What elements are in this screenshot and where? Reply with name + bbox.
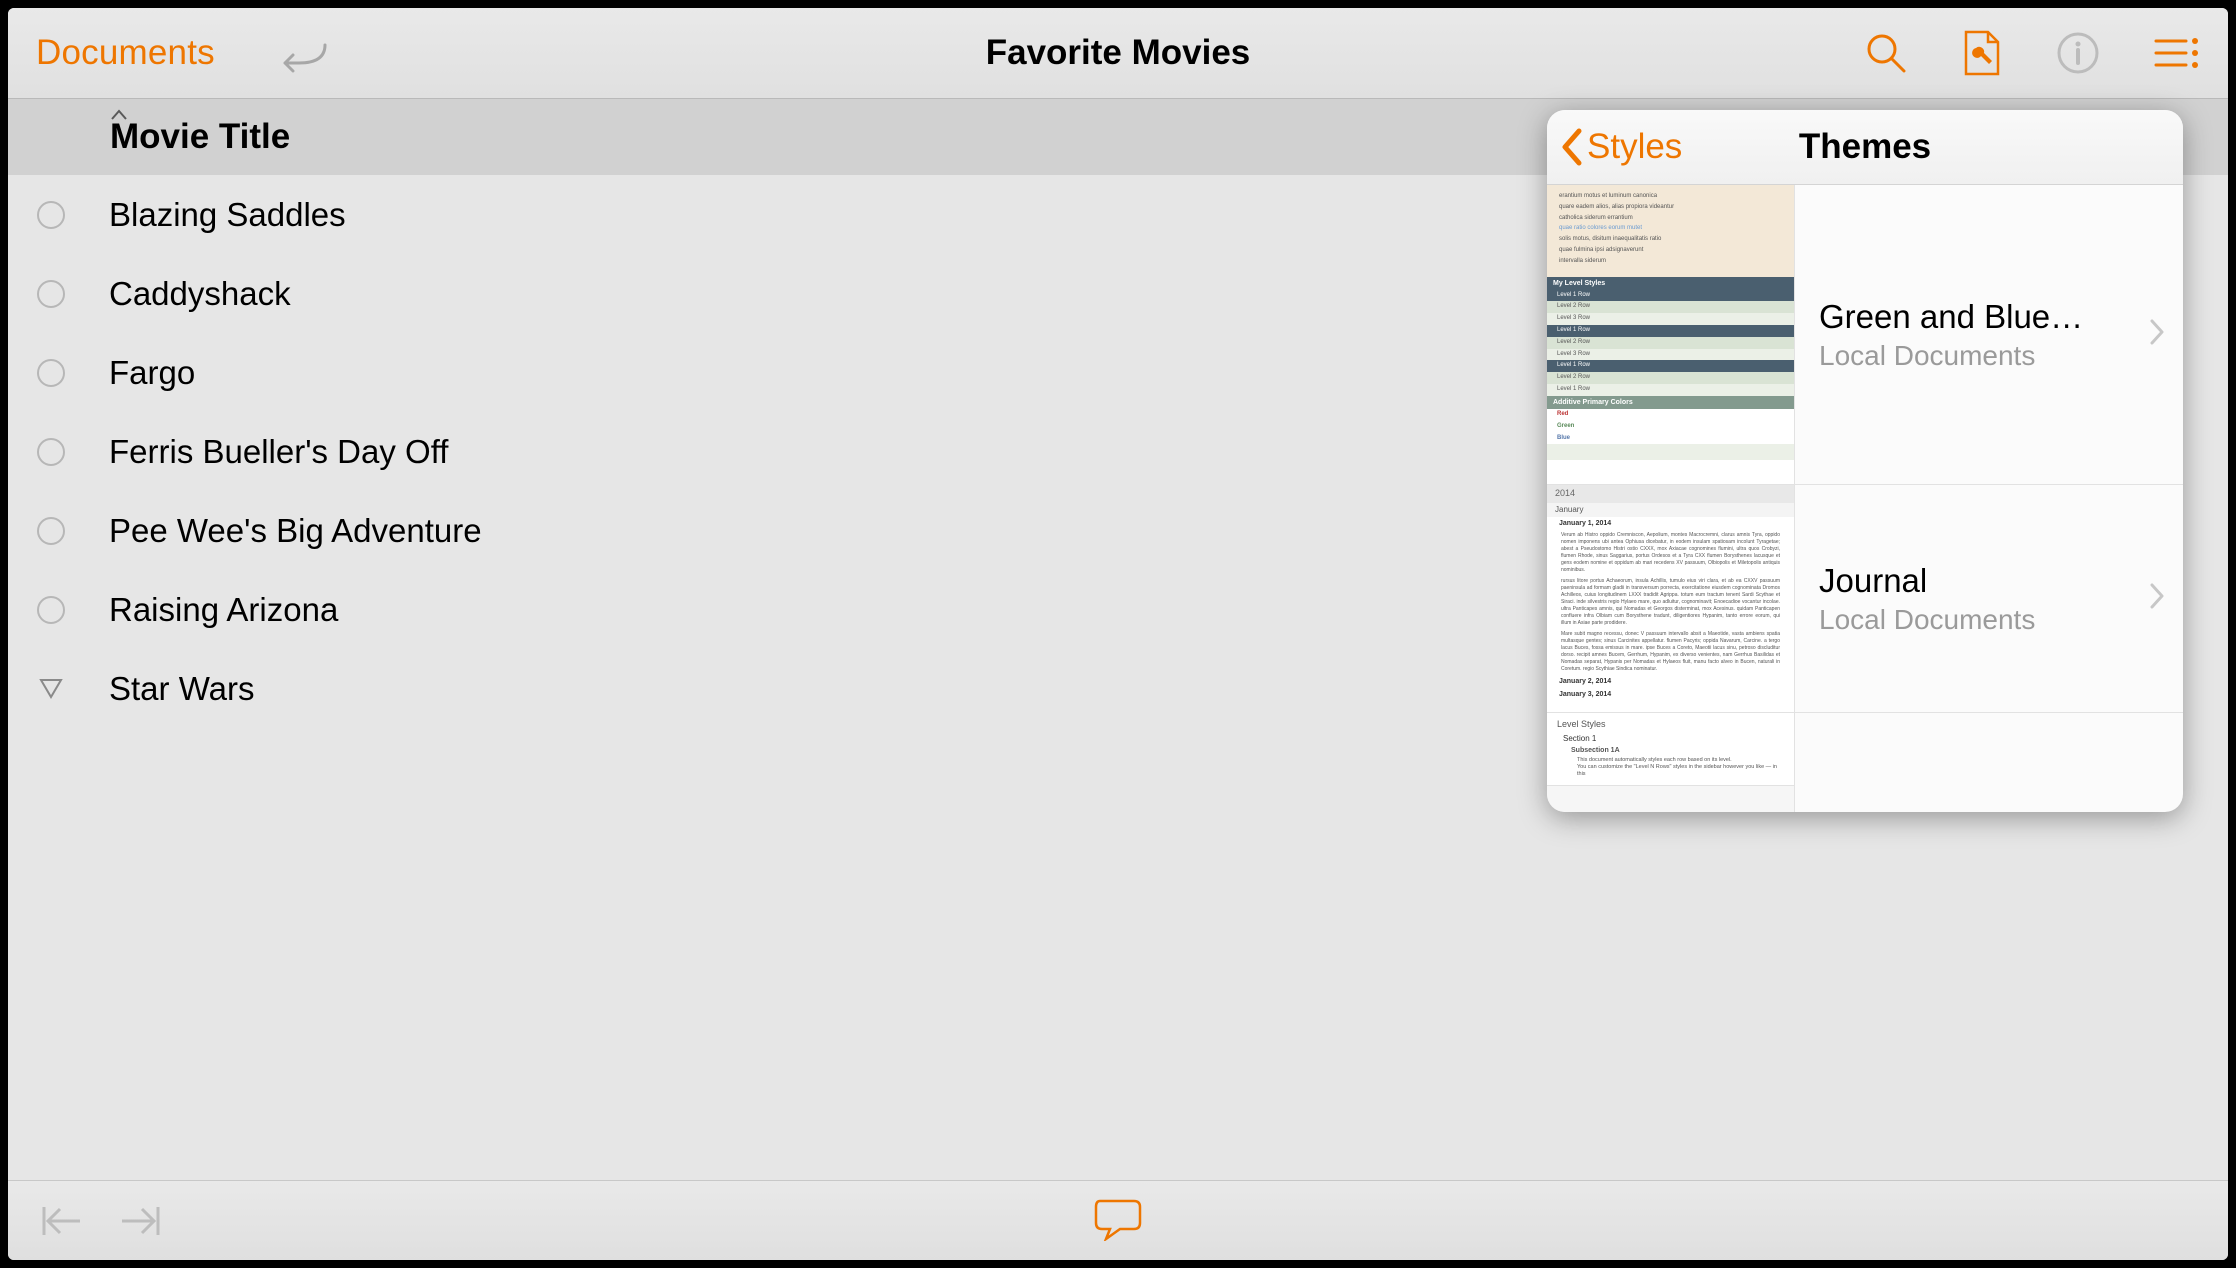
info-button[interactable] bbox=[2056, 31, 2100, 75]
row-handle-icon[interactable] bbox=[37, 359, 65, 387]
app-window: Documents Favorite Movies bbox=[8, 8, 2228, 1260]
top-toolbar: Documents Favorite Movies bbox=[8, 8, 2228, 99]
comment-button[interactable] bbox=[1092, 1195, 1144, 1246]
theme-name: Green and Blue… bbox=[1819, 298, 2149, 336]
theme-name: Journal bbox=[1819, 562, 2149, 600]
row-title: Caddyshack bbox=[109, 275, 291, 313]
row-title: Star Wars bbox=[109, 670, 254, 708]
row-handle-icon[interactable] bbox=[37, 438, 65, 466]
documents-button[interactable]: Documents bbox=[36, 33, 215, 73]
theme-subtitle: Local Documents bbox=[1819, 604, 2149, 636]
info-icon bbox=[2056, 31, 2100, 75]
speech-bubble-icon bbox=[1092, 1195, 1144, 1241]
row-title: Fargo bbox=[109, 354, 195, 392]
prev-button[interactable] bbox=[38, 1203, 84, 1239]
row-title: Ferris Bueller's Day Off bbox=[109, 433, 448, 471]
undo-icon bbox=[275, 33, 335, 73]
chevron-right-icon bbox=[2149, 582, 2165, 615]
chevron-right-icon bbox=[2149, 318, 2165, 351]
wrench-document-icon bbox=[1960, 28, 2004, 78]
disclosure-triangle-icon[interactable] bbox=[37, 675, 65, 703]
theme-item[interactable]: Journal Local Documents bbox=[1795, 485, 2183, 713]
list-icon bbox=[2152, 33, 2200, 73]
row-title: Raising Arizona bbox=[109, 591, 338, 629]
row-handle-icon[interactable] bbox=[37, 280, 65, 308]
chevron-left-icon bbox=[1559, 127, 1585, 167]
undo-button[interactable] bbox=[275, 33, 335, 73]
row-handle-icon[interactable] bbox=[37, 517, 65, 545]
theme-subtitle: Local Documents bbox=[1819, 340, 2149, 372]
popover-header: Styles Themes bbox=[1547, 110, 2183, 185]
themes-popover: Styles Themes erantium motus et luminum … bbox=[1547, 110, 2183, 812]
row-handle-icon[interactable] bbox=[37, 596, 65, 624]
list-settings-button[interactable] bbox=[2152, 33, 2200, 73]
theme-item[interactable]: Green and Blue… Local Documents bbox=[1795, 185, 2183, 485]
theme-thumbnails: erantium motus et luminum canonica quare… bbox=[1547, 185, 1795, 812]
row-title: Pee Wee's Big Adventure bbox=[109, 512, 482, 550]
popover-back-button[interactable]: Styles bbox=[1547, 127, 1682, 167]
row-handle-icon[interactable] bbox=[37, 201, 65, 229]
search-icon bbox=[1864, 31, 1908, 75]
next-button[interactable] bbox=[118, 1203, 164, 1239]
row-title: Blazing Saddles bbox=[109, 196, 346, 234]
theme-thumbnail[interactable]: erantium motus et luminum canonica quare… bbox=[1547, 185, 1794, 485]
popover-title: Themes bbox=[1799, 127, 1931, 167]
column-header-label: Movie Title bbox=[110, 117, 290, 157]
search-button[interactable] bbox=[1864, 31, 1908, 75]
arrow-right-bar-icon bbox=[118, 1203, 164, 1239]
styles-button[interactable] bbox=[1960, 28, 2004, 78]
theme-thumbnail[interactable]: 2014 January January 1, 2014 Verum ab Hi… bbox=[1547, 485, 1794, 713]
page-title: Favorite Movies bbox=[986, 33, 1251, 73]
theme-list: Green and Blue… Local Documents Journal … bbox=[1795, 185, 2183, 812]
sort-caret-icon bbox=[110, 105, 128, 126]
bottom-toolbar bbox=[8, 1180, 2228, 1260]
theme-thumbnail[interactable]: Level Styles Section 1 Subsection 1A Thi… bbox=[1547, 713, 1794, 786]
popover-back-label: Styles bbox=[1587, 127, 1682, 167]
arrow-left-bar-icon bbox=[38, 1203, 84, 1239]
